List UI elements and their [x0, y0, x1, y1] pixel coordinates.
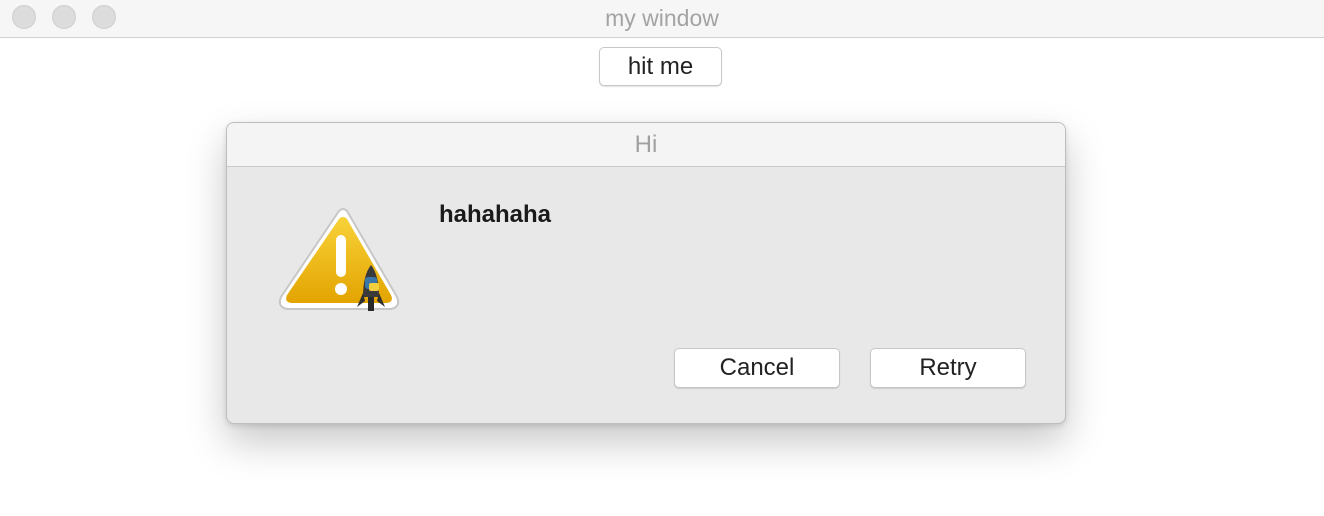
- window-title: my window: [605, 5, 719, 31]
- cancel-button[interactable]: Cancel: [674, 348, 840, 388]
- hit-me-button[interactable]: hit me: [599, 47, 722, 86]
- warning-icon: [278, 208, 400, 311]
- retry-button[interactable]: Retry: [870, 348, 1026, 388]
- dialog-titlebar[interactable]: Hi: [227, 123, 1065, 167]
- alert-message: hahahaha: [439, 201, 552, 228]
- alert-dialog: Hi hahahaha Cancel Retry: [226, 122, 1066, 424]
- app-window: my window hit me Hi hahahaha Cancel Retr…: [0, 0, 1324, 516]
- window-titlebar[interactable]: my window: [0, 0, 1324, 38]
- dialog-title: Hi: [634, 131, 658, 158]
